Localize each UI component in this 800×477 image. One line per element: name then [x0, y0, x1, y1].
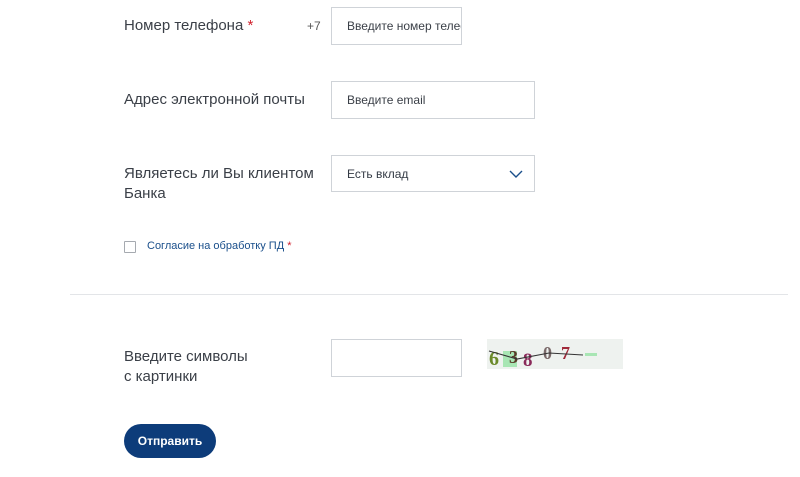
captcha-char-5: 7 [561, 343, 570, 363]
client-label: Являетесь ли Вы клиентом Банка [124, 164, 314, 204]
submit-button[interactable]: Отправить [124, 424, 216, 458]
phone-input[interactable] [331, 7, 462, 45]
phone-required-mark: * [247, 17, 254, 34]
divider [70, 294, 788, 295]
client-select-value: Есть вклад [347, 167, 409, 181]
consent-link[interactable]: Согласие на обработку ПД * [147, 240, 292, 252]
client-label-line1: Являетесь ли Вы клиентом [124, 165, 314, 182]
captcha-label-line2: с картинки [124, 368, 198, 385]
chevron-down-icon [509, 170, 523, 178]
email-label: Адрес электронной почты [124, 91, 305, 108]
consent-required-mark: * [287, 240, 292, 252]
email-input[interactable] [331, 81, 535, 119]
captcha-label: Введите символы с картинки [124, 347, 248, 387]
captcha-image: 6 3 8 0 7 [487, 339, 623, 371]
client-select[interactable]: Есть вклад [331, 155, 535, 192]
client-label-line2: Банка [124, 185, 166, 202]
consent-label: Согласие на обработку ПД [147, 240, 285, 252]
captcha-label-line1: Введите символы [124, 348, 248, 365]
captcha-char-3: 8 [523, 350, 533, 369]
phone-prefix: +7 [307, 19, 321, 33]
phone-label: Номер телефона * [124, 16, 253, 36]
phone-label-text: Номер телефона [124, 17, 244, 34]
captcha-input[interactable] [331, 339, 462, 377]
consent-checkbox[interactable] [124, 241, 136, 253]
